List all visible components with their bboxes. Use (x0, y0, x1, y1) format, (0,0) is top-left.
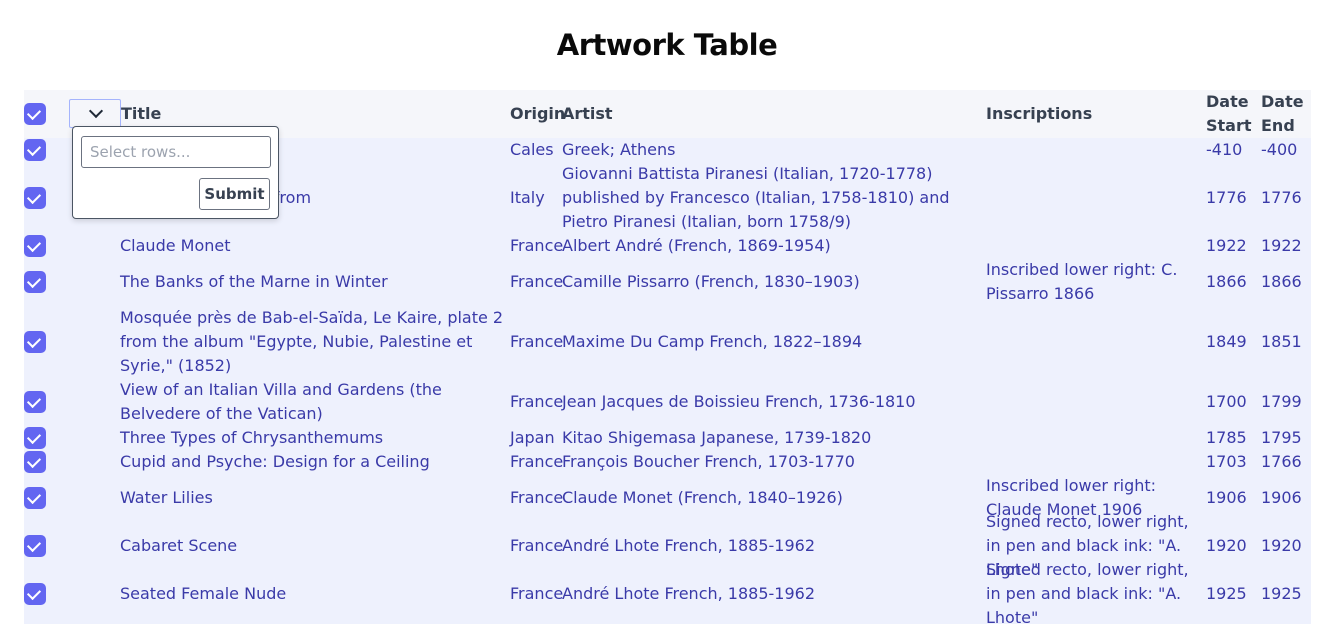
column-header-origin[interactable]: Origin (510, 102, 565, 126)
cell-date-end: 1922 (1261, 236, 1302, 255)
table-row[interactable]: Claude Monet France Albert André (French, … (24, 234, 1311, 258)
cell-date-start: 1785 (1206, 428, 1247, 447)
table-row[interactable]: Three Types of Chrysanthemums Japan Kitao … (24, 426, 1311, 450)
cell-artist: André Lhote French, 1885-1962 (562, 536, 816, 555)
cell-artist: Albert André (French, 1869-1954) (562, 236, 831, 255)
cell-artist: Kitao Shigemasa Japanese, 1739-1820 (562, 428, 872, 447)
cell-date-start: 1925 (1206, 584, 1247, 603)
cell-date-start: 1849 (1206, 332, 1247, 351)
row-checkbox[interactable] (24, 391, 46, 413)
column-header-date-start[interactable]: Date Start (1206, 90, 1254, 138)
row-checkbox[interactable] (24, 139, 46, 161)
cell-date-end: 1920 (1261, 536, 1302, 555)
cell-date-end: 1766 (1261, 452, 1302, 471)
cell-origin: France (510, 536, 564, 555)
row-checkbox[interactable] (24, 535, 46, 557)
cell-inscriptions (986, 234, 1206, 258)
cell-inscriptions (986, 162, 1206, 234)
cell-artist: Camille Pissarro (French, 1830–1903) (562, 272, 860, 291)
cell-origin: France (510, 392, 564, 411)
page-title: Artwork Table (556, 28, 778, 62)
cell-title: Water Lilies (120, 488, 213, 507)
cell-inscriptions (986, 450, 1206, 474)
cell-date-end: 1851 (1261, 332, 1302, 351)
cell-date-start: 1700 (1206, 392, 1247, 411)
cell-date-start: 1920 (1206, 536, 1247, 555)
cell-inscriptions (986, 426, 1206, 450)
cell-origin: Italy (510, 188, 545, 207)
cell-artist: Claude Monet (French, 1840–1926) (562, 488, 843, 507)
cell-artist: Giovanni Battista Piranesi (Italian, 172… (562, 164, 950, 231)
column-header-artist[interactable]: Artist (562, 102, 613, 126)
cell-origin: France (510, 272, 564, 291)
row-checkbox[interactable] (24, 451, 46, 473)
cell-origin: France (510, 236, 564, 255)
cell-inscriptions (986, 378, 1206, 426)
cell-date-start: -410 (1206, 140, 1243, 159)
cell-artist: Greek; Athens (562, 140, 676, 159)
cell-date-end: 1799 (1261, 392, 1302, 411)
row-checkbox[interactable] (24, 187, 46, 209)
select-all-checkbox[interactable] (24, 103, 46, 125)
cell-date-end: 1866 (1261, 272, 1302, 291)
table-row[interactable]: Mosquée près de Bab-el-Saïda, Le Kaire, … (24, 306, 1311, 378)
table-row[interactable]: Cupid and Psyche: Design for a Ceiling Fr… (24, 450, 1311, 474)
cell-title: Claude Monet (120, 236, 231, 255)
column-header-date-end[interactable]: Date End (1261, 90, 1309, 138)
row-checkbox[interactable] (24, 271, 46, 293)
cell-inscriptions: Inscribed lower right: C. Pissarro 1866 (986, 260, 1178, 303)
cell-title: Mosquée près de Bab-el-Saïda, Le Kaire, … (120, 308, 504, 375)
cell-origin: France (510, 488, 564, 507)
column-header-title[interactable]: Title (121, 102, 161, 126)
chevron-down-icon[interactable] (69, 99, 121, 128)
cell-artist: Jean Jacques de Boissieu French, 1736-18… (562, 392, 916, 411)
cell-date-end: 1776 (1261, 188, 1302, 207)
column-header-inscriptions[interactable]: Inscriptions (986, 102, 1092, 126)
cell-date-end: 1906 (1261, 488, 1302, 507)
row-checkbox[interactable] (24, 331, 46, 353)
cell-origin: France (510, 584, 564, 603)
cell-inscriptions (986, 138, 1206, 162)
cell-origin: France (510, 452, 564, 471)
table-row[interactable]: Seated Female Nude France André Lhote Fren… (24, 560, 1311, 627)
cell-origin: Cales (510, 140, 554, 159)
cell-title: View of an Italian Villa and Gardens (th… (120, 380, 442, 423)
row-checkbox[interactable] (24, 583, 46, 605)
cell-date-start: 1703 (1206, 452, 1247, 471)
row-checkbox[interactable] (24, 235, 46, 257)
cell-date-start: 1776 (1206, 188, 1247, 207)
select-rows-popup: Submit (72, 126, 279, 219)
cell-date-start: 1866 (1206, 272, 1247, 291)
row-checkbox[interactable] (24, 427, 46, 449)
row-checkbox[interactable] (24, 487, 46, 509)
table-row[interactable]: The Banks of the Marne in Winter France Ca… (24, 258, 1311, 306)
select-rows-input[interactable] (81, 136, 271, 168)
cell-origin: France (510, 332, 564, 351)
cell-title: Cabaret Scene (120, 536, 238, 555)
cell-title: Cupid and Psyche: Design for a Ceiling (120, 452, 430, 471)
cell-date-end: 1795 (1261, 428, 1302, 447)
cell-date-start: 1906 (1206, 488, 1247, 507)
cell-artist: André Lhote French, 1885-1962 (562, 584, 816, 603)
cell-date-end: 1925 (1261, 584, 1302, 603)
cell-date-start: 1922 (1206, 236, 1247, 255)
submit-button[interactable]: Submit (199, 178, 270, 210)
cell-date-end: -400 (1261, 140, 1298, 159)
cell-inscriptions: Signed recto, lower right, in pen and bl… (986, 560, 1189, 627)
table-row[interactable]: View of an Italian Villa and Gardens (th… (24, 378, 1311, 426)
cell-artist: Maxime Du Camp French, 1822–1894 (562, 332, 863, 351)
cell-origin: Japan (510, 428, 555, 447)
cell-title: The Banks of the Marne in Winter (120, 272, 388, 291)
cell-inscriptions (986, 306, 1206, 378)
cell-title: Seated Female Nude (120, 584, 287, 603)
cell-artist: François Boucher French, 1703-1770 (562, 452, 855, 471)
cell-title: Three Types of Chrysanthemums (120, 428, 384, 447)
